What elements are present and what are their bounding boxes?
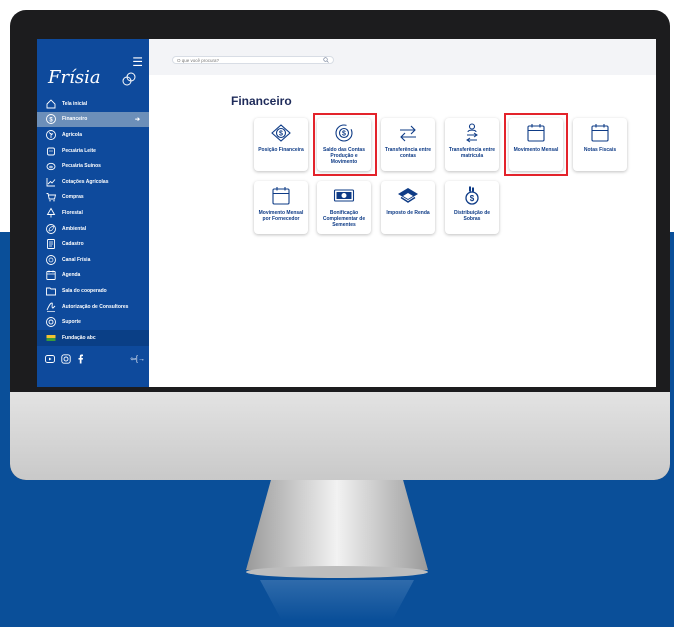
highlight-box-saldo (313, 113, 377, 176)
sidebar-item-canal-frisia[interactable]: Canal Frísia (37, 252, 149, 268)
chart-icon (46, 177, 56, 187)
partner-logo-icon (46, 334, 56, 341)
card-transferencia-entre-contas[interactable]: Transferência entre contas (381, 118, 435, 171)
card-posicao-financeira[interactable]: $ Posição Financeira (254, 118, 308, 171)
card-label: Transferência entre matrícula (448, 147, 496, 159)
transfer-arrows-icon (400, 125, 416, 142)
document-icon (47, 239, 55, 250)
tax-icon (398, 188, 418, 203)
sidebar-item-autorizacao-consultores[interactable]: Autorização de Consultores (37, 299, 149, 315)
cart-icon (46, 193, 57, 202)
card-distribuicao-de-sobras[interactable]: $ Distribuição de Sobras (445, 181, 499, 234)
sidebar-item-label: Financeiro (62, 116, 88, 123)
sidebar-item-sala-do-cooperado[interactable]: Sala do cooperado (37, 283, 149, 299)
svg-text:$: $ (279, 131, 283, 138)
sidebar-item-financeiro[interactable]: $ Financeiro ➔ (37, 111, 149, 128)
stand-reflection (260, 580, 414, 620)
page-title: Financeiro (231, 94, 292, 108)
youtube-icon[interactable] (45, 354, 55, 364)
highlight-box-movimento-mensal (504, 113, 568, 176)
sidebar-item-agricola[interactable]: Agrícola (37, 127, 149, 143)
sidebar-item-label: Cadastro (62, 241, 84, 248)
signature-icon (46, 302, 56, 312)
sidebar-item-suporte[interactable]: Suporte (37, 314, 149, 330)
card-label: Bonificação Complementar de Sementes (322, 210, 366, 228)
search-icon[interactable] (323, 57, 329, 63)
social-links: ⇦[→ (45, 351, 145, 367)
menu-toggle-icon[interactable]: ☰ (132, 55, 143, 69)
sidebar-item-label: Agenda (62, 272, 81, 279)
sidebar-item-label: Cotações Agrícolas (62, 178, 109, 185)
sidebar-item-label: Fundação abc (62, 334, 96, 341)
sidebar-item-pecuaria-leite[interactable]: Pecuária Leite (37, 143, 149, 159)
money-icon: $ (46, 114, 56, 125)
arrow-right-icon: ➔ (134, 116, 140, 123)
sidebar-item-label: Pecuária Leite (62, 147, 96, 154)
svg-text:$: $ (49, 118, 53, 124)
card-imposto-de-renda[interactable]: Imposto de Renda (381, 181, 435, 234)
sidebar-item-label: Florestal (62, 209, 83, 216)
sidebar-item-florestal[interactable]: Florestal (37, 205, 149, 221)
folder-icon (46, 287, 56, 296)
sidebar-item-tela-inicial[interactable]: Tela inicial (37, 96, 149, 112)
user-transfer-icon (466, 123, 478, 143)
card-label: Transferência entre contas (384, 147, 432, 159)
calendar-icon (46, 270, 56, 281)
coins-icon (122, 72, 136, 86)
monitor-stand-base (246, 566, 428, 578)
agriculture-icon (46, 130, 56, 140)
search-box[interactable] (172, 56, 334, 64)
sidebar-item-label: Compras (62, 194, 84, 201)
card-label: Posição Financeira (258, 147, 304, 153)
home-icon (46, 99, 56, 109)
card-label: Distribuição de Sobras (453, 210, 491, 222)
sidebar-item-agenda[interactable]: Agenda (37, 268, 149, 284)
channel-icon (46, 254, 56, 265)
calendar-icon (591, 124, 609, 142)
sidebar-item-label: Tela inicial (62, 100, 88, 107)
sidebar-item-pecuaria-suinos[interactable]: Pecuária Suínos (37, 158, 149, 174)
app-screen: ☰ Frísia Tela inicial $ Financeiro ➔ Agr… (37, 39, 656, 387)
calendar-icon (272, 187, 290, 205)
sidebar-item-label: Agrícola (62, 131, 83, 138)
sidebar-item-label: Sala do cooperado (62, 287, 107, 294)
facebook-icon[interactable] (77, 354, 85, 364)
money-bag-icon: $ (465, 186, 479, 205)
sidebar-item-compras[interactable]: Compras (37, 190, 149, 206)
sidebar-item-cadastro[interactable]: Cadastro (37, 236, 149, 252)
instagram-icon[interactable] (61, 354, 71, 364)
sidebar-item-label: Pecuária Suínos (62, 163, 101, 170)
leaf-icon (46, 223, 56, 234)
svg-text:$: $ (470, 194, 475, 203)
top-bar (149, 39, 656, 75)
sidebar-item-label: Ambiental (62, 225, 87, 232)
sidebar-item-cotacoes-agricolas[interactable]: Cotações Agrícolas (37, 174, 149, 190)
tree-icon (46, 207, 56, 218)
sidebar-item-ambiental[interactable]: Ambiental (37, 221, 149, 237)
sidebar-item-label: Autorização de Consultores (62, 303, 129, 310)
brand-logo[interactable]: Frísia (48, 67, 101, 88)
card-label: Notas Fiscais (583, 147, 617, 153)
card-transferencia-entre-matricula[interactable]: Transferência entre matrícula (445, 118, 499, 171)
sidebar-nav: Tela inicial $ Financeiro ➔ Agrícola Pec… (37, 96, 149, 346)
card-bonificacao-complementar[interactable]: Bonificação Complementar de Sementes (317, 181, 371, 234)
pig-icon (46, 163, 56, 171)
sidebar-item-label: Canal Frísia (62, 256, 91, 263)
monitor-stand (246, 478, 428, 570)
card-label: Movimento Mensal por Fornecedor (258, 210, 304, 222)
monitor-chin (10, 392, 670, 480)
card-label: Imposto de Renda (386, 210, 430, 216)
sidebar: ☰ Frísia Tela inicial $ Financeiro ➔ Agr… (37, 39, 149, 387)
milk-icon (47, 147, 55, 156)
sidebar-item-fundacao-abc[interactable]: Fundação abc (37, 329, 149, 346)
support-icon (46, 317, 56, 328)
sidebar-item-label: Suporte (62, 319, 81, 326)
card-notas-fiscais[interactable]: Notas Fiscais (573, 118, 627, 171)
main-content: Financeiro $ Posição Financeira $ Saldo … (149, 39, 656, 387)
card-movimento-mensal-por-fornecedor[interactable]: Movimento Mensal por Fornecedor (254, 181, 308, 234)
money-position-icon: $ (271, 124, 291, 142)
banknote-icon (333, 189, 355, 202)
logout-icon[interactable]: ⇦[→ (130, 355, 145, 363)
search-input[interactable] (177, 57, 317, 63)
